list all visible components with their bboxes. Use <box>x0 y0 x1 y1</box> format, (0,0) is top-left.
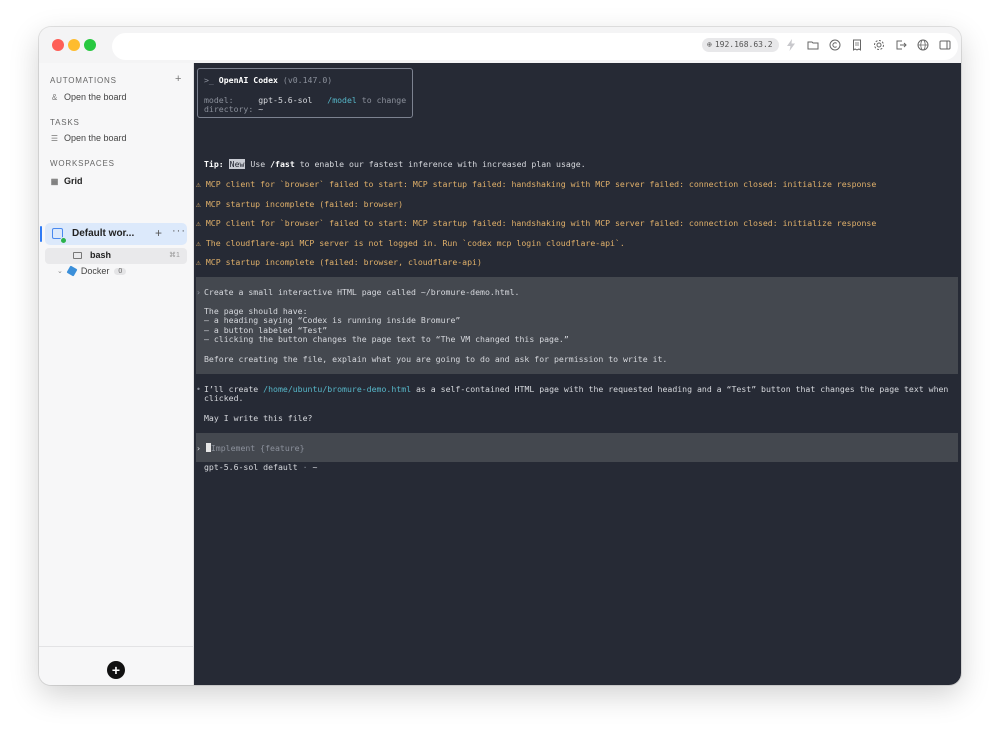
assistant-post: as a self-contained HTML page with the r… <box>416 384 949 394</box>
warning-line: ⚠ MCP client for `browser` failed to sta… <box>196 179 877 189</box>
tip-text: to enable our fastest inference with inc… <box>299 159 586 169</box>
workspace-default[interactable]: Default wor... + ··· <box>45 223 187 245</box>
input-block[interactable] <box>196 433 958 462</box>
grid-icon: ▦ <box>50 176 59 186</box>
receipt-icon[interactable] <box>849 37 864 52</box>
warning-line: ⚠ MCP startup incomplete (failed: browse… <box>196 199 404 209</box>
tip-line: Tip: New Use /fast to enable our fastest… <box>204 159 586 169</box>
warning-line: ⚠ The cloudflare-api MCP server is not l… <box>196 238 625 248</box>
exit-icon[interactable] <box>893 37 908 52</box>
codex-title-line: >_ OpenAI Codex (v0.147.0) <box>204 75 332 85</box>
assistant-marker: • <box>196 384 201 394</box>
workspaces-section-title: WORKSPACES <box>50 159 115 168</box>
add-workspace-button[interactable]: + <box>107 661 125 679</box>
automations-section-title: AUTOMATIONS <box>50 76 117 85</box>
input-line[interactable]: › Implement {feature} <box>196 443 305 453</box>
user-prompt-line: – clicking the button changes the page t… <box>204 334 569 344</box>
model-hint: to change <box>361 95 407 105</box>
status-model: gpt-5.6-sol default <box>204 462 298 472</box>
folder-icon[interactable] <box>805 37 820 52</box>
globe-icon: ⊕ <box>707 40 712 49</box>
app-window: ⊕ 192.168.63.2 AUTOMATIONS + & Open the … <box>39 27 961 685</box>
close-window-button[interactable] <box>52 39 64 51</box>
tip-label: Tip: <box>204 159 224 169</box>
new-badge: New <box>228 159 246 169</box>
workspace-more-button[interactable]: ··· <box>172 225 186 237</box>
user-prompt-line: Before creating the file, explain what y… <box>204 354 668 364</box>
directory-label: directory: <box>204 104 254 114</box>
automation-icon: & <box>51 92 58 102</box>
automations-open-board-label: Open the board <box>64 92 127 102</box>
add-session-button[interactable]: + <box>155 226 162 240</box>
grid-label: Grid <box>64 176 83 186</box>
docker-count-badge: 0 <box>114 267 127 275</box>
assistant-message-line: I’ll create /home/ubuntu/bromure-demo.ht… <box>204 384 948 394</box>
docker-label: Docker <box>80 266 110 276</box>
model-command: /model <box>327 95 357 105</box>
ip-address-badge[interactable]: ⊕ 192.168.63.2 <box>702 38 779 52</box>
file-path-link[interactable]: /home/ubuntu/bromure-demo.html <box>263 384 411 394</box>
sidebar-toggle-icon[interactable] <box>937 37 952 52</box>
task-list-icon: ☰ <box>50 133 59 143</box>
sidebar-divider <box>39 646 193 647</box>
copyright-icon[interactable] <box>827 37 842 52</box>
active-workspace-marker <box>40 226 42 242</box>
grid-item[interactable]: ▦ Grid <box>50 176 83 186</box>
warning-line: ⚠ MCP client for `browser` failed to sta… <box>196 218 877 228</box>
tasks-open-board-label: Open the board <box>64 133 127 143</box>
terminal-icon <box>73 252 82 259</box>
workspace-label: Default wor... <box>72 228 135 239</box>
input-placeholder: Implement {feature} <box>210 443 305 453</box>
globe-icon[interactable] <box>915 37 930 52</box>
prompt-glyph: >_ <box>204 75 214 85</box>
status-line: gpt-5.6-sol default · ~ <box>204 462 317 472</box>
lightning-icon[interactable] <box>783 37 798 52</box>
directory-value: ~ <box>258 104 264 114</box>
user-prompt-line: Create a small interactive HTML page cal… <box>204 287 520 297</box>
tip-command: /fast <box>270 159 295 169</box>
session-bash[interactable]: bash ⌘1 <box>45 248 187 264</box>
status-separator: · <box>302 462 308 472</box>
add-automation-button[interactable]: + <box>175 73 181 85</box>
tip-pre: Use <box>250 159 266 169</box>
docker-icon <box>66 265 78 277</box>
status-online-indicator <box>60 237 67 244</box>
zoom-window-button[interactable] <box>84 39 96 51</box>
status-directory: ~ <box>312 462 318 472</box>
gear-icon[interactable] <box>871 37 886 52</box>
title-bar: ⊕ 192.168.63.2 <box>39 27 961 63</box>
tasks-section-title: TASKS <box>50 118 80 127</box>
terminal[interactable]: >_ OpenAI Codex (v0.147.0) model: gpt-5.… <box>194 63 961 685</box>
warning-line: ⚠ MCP startup incomplete (failed: browse… <box>196 257 482 267</box>
codex-version: (v0.147.0) <box>282 75 333 85</box>
user-prompt-line: – a heading saying “Codex is running ins… <box>204 315 461 325</box>
minimize-window-button[interactable] <box>68 39 80 51</box>
tasks-open-board[interactable]: ☰ Open the board <box>50 133 127 143</box>
directory-line: directory: ~ <box>204 104 263 114</box>
assistant-question: May I write this file? <box>204 413 313 423</box>
sidebar: AUTOMATIONS + & Open the board TASKS ☰ O… <box>39 63 194 685</box>
model-value: gpt-5.6-sol <box>258 95 313 105</box>
bash-shortcut: ⌘1 <box>169 252 180 259</box>
docker-item[interactable]: ⌄ Docker 0 <box>57 265 127 277</box>
toolbar-icons <box>783 37 952 52</box>
input-marker: › <box>196 443 201 453</box>
user-prompt-marker: › <box>196 287 201 297</box>
ip-address-text: 192.168.63.2 <box>714 40 773 49</box>
chevron-down-icon[interactable]: ⌄ <box>57 267 63 275</box>
automations-open-board[interactable]: & Open the board <box>50 92 127 102</box>
codex-app-name: OpenAI Codex <box>218 75 278 85</box>
bash-label: bash <box>90 250 112 260</box>
assistant-message-line: clicked. <box>204 393 244 403</box>
